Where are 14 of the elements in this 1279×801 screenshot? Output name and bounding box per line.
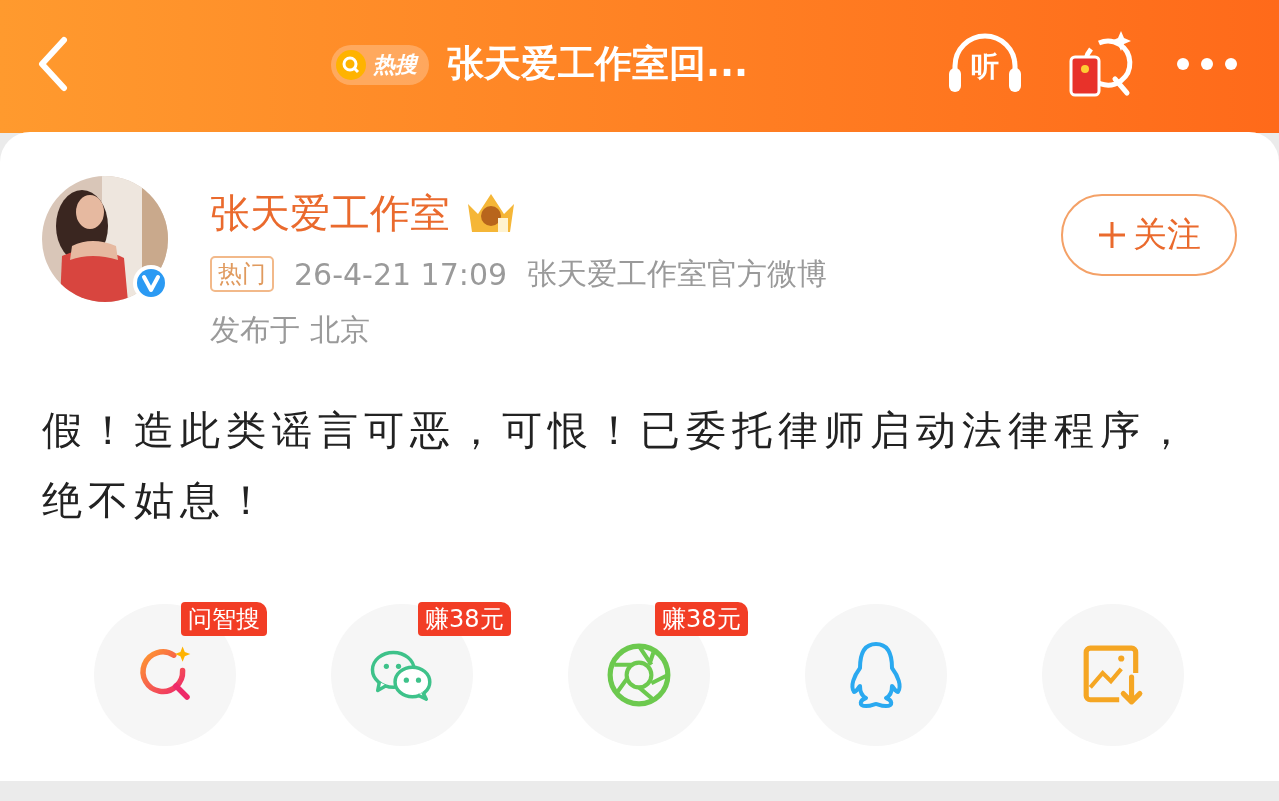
hot-tag: 热门 xyxy=(210,256,274,292)
post-source: 张天爱工作室官方微博 xyxy=(527,254,828,293)
follow-button[interactable]: 关注 xyxy=(1061,194,1237,276)
hot-search-badge[interactable]: 热搜 xyxy=(330,44,429,85)
reward-badge: 赚38元 xyxy=(655,602,748,636)
plus-icon xyxy=(1097,220,1127,250)
author-name[interactable]: 张天爱工作室 xyxy=(210,185,450,241)
reward-badge: 问智搜 xyxy=(181,602,267,636)
post-text: 假！造此类谣言可恶，可恨！已委托律师启动法律程序，绝不姑息！ xyxy=(42,406,1193,525)
listen-button[interactable]: 听 xyxy=(945,31,1025,96)
page-title: 张天爱工作室回... xyxy=(446,40,749,87)
post-time: 26-4-21 17:09 xyxy=(294,256,508,292)
reward-badge: 赚38元 xyxy=(418,602,511,636)
post-location: 发布于 北京 xyxy=(210,311,371,349)
